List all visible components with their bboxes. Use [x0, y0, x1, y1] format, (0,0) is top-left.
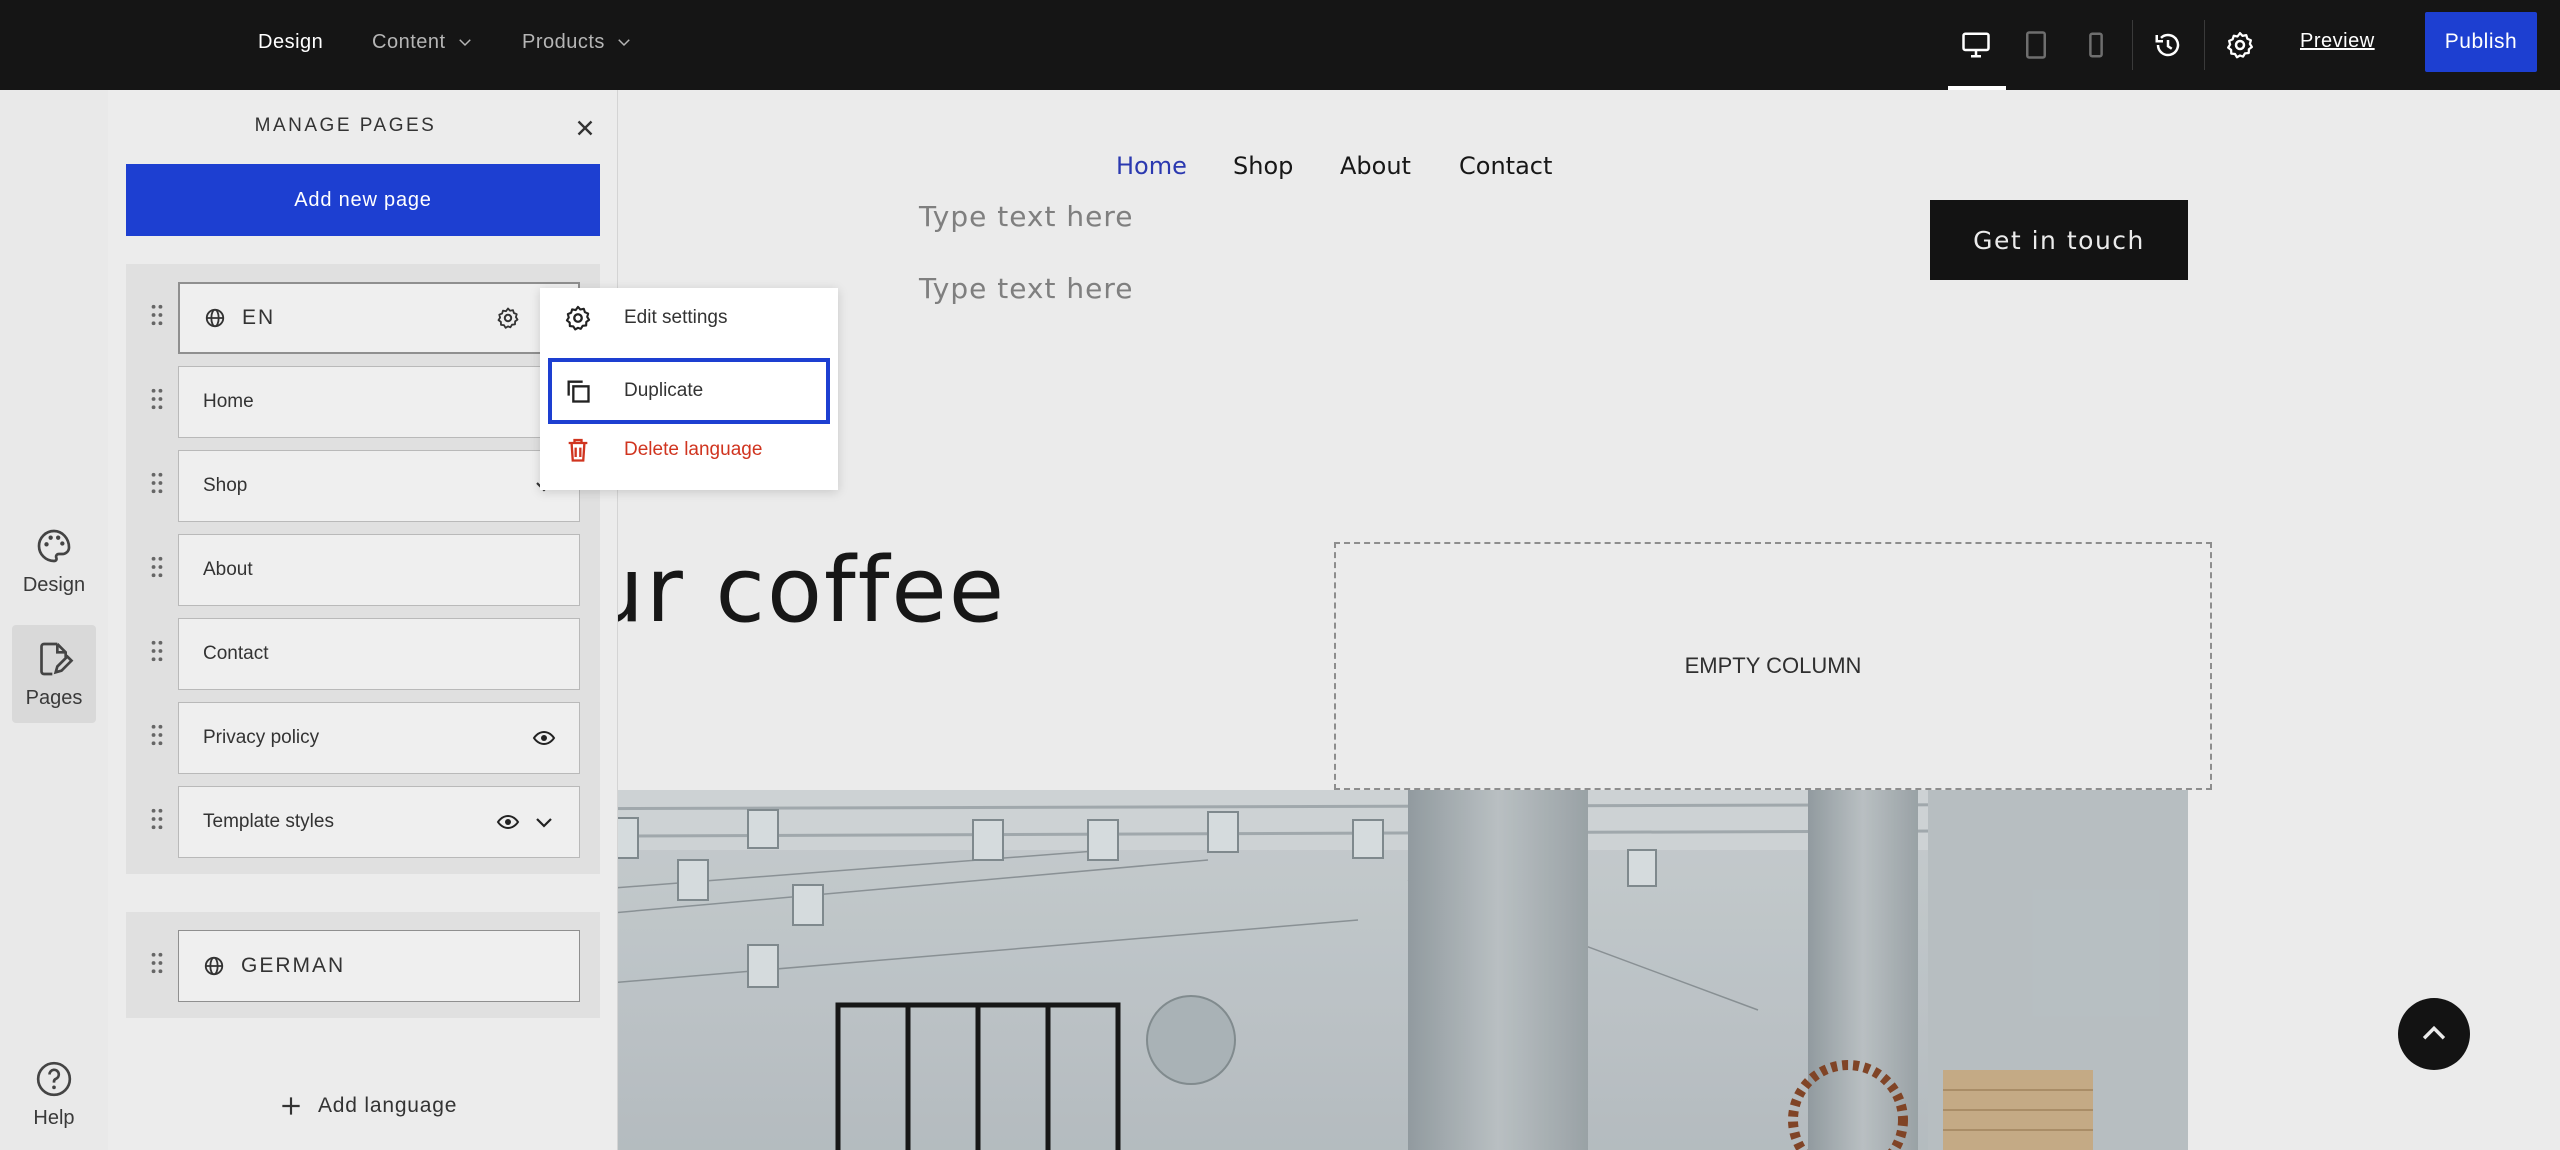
language-context-menu: Edit settings Duplicate Delete language [540, 288, 838, 490]
help-icon [36, 1061, 72, 1096]
plus-icon [282, 1097, 300, 1115]
menu-item-label: Delete language [624, 439, 763, 460]
trash-icon [568, 438, 588, 462]
tablet-icon [2026, 31, 2046, 59]
page-row-contact[interactable]: Contact [178, 618, 580, 690]
page-label: Template styles [203, 811, 334, 832]
rail-help-label: Help [33, 1106, 75, 1129]
rail-design-label: Design [22, 573, 86, 596]
drag-handle-icon[interactable] [150, 556, 164, 578]
close-icon[interactable] [572, 115, 598, 141]
site-nav-home[interactable]: Home [1116, 152, 1187, 180]
page-row-about[interactable]: About [178, 534, 580, 606]
text-placeholder[interactable]: Type text here [919, 272, 1133, 305]
preview-link[interactable]: Preview [2300, 30, 2375, 53]
drag-handle-icon[interactable] [150, 472, 164, 494]
tablet-view-button[interactable] [2016, 25, 2056, 65]
settings-button[interactable] [2220, 25, 2260, 65]
globe-icon [205, 308, 225, 328]
site-nav-contact[interactable]: Contact [1459, 152, 1552, 180]
nav-design-label: Design [258, 30, 324, 53]
menu-item-label: Duplicate [624, 380, 704, 401]
drag-handle-icon[interactable] [150, 952, 164, 974]
top-bar: Design Content Products Preview Publish [0, 0, 2560, 90]
rail-pages-label: Pages [25, 686, 83, 709]
manage-pages-panel: MANAGE PAGES Add new page EN Home Shop A… [108, 90, 618, 1150]
scroll-to-top-button[interactable] [2398, 998, 2470, 1070]
language-row-german[interactable]: GERMAN [178, 930, 580, 1002]
chevron-down-icon [458, 39, 471, 47]
rail-design[interactable]: Design [12, 512, 96, 610]
drag-handle-icon[interactable] [150, 388, 164, 410]
add-language-button[interactable]: Add language [278, 1093, 457, 1119]
duplicate-icon [567, 380, 590, 403]
pages-icon [40, 642, 74, 675]
gear-icon[interactable] [496, 306, 520, 330]
page-label: Home [203, 391, 254, 412]
site-nav-shop[interactable]: Shop [1233, 152, 1293, 180]
gear-icon [2227, 32, 2253, 59]
divider [2204, 20, 2205, 70]
get-in-touch-button[interactable]: Get in touch [1930, 200, 2188, 280]
page-label: Privacy policy [203, 727, 320, 748]
mobile-icon [2089, 32, 2103, 58]
language-code: EN [242, 306, 276, 329]
menu-item-duplicate[interactable]: Duplicate [548, 358, 830, 424]
empty-column[interactable]: EMPTY COLUMN [1334, 542, 2212, 790]
panel-title: MANAGE PAGES [254, 115, 437, 136]
add-language-label: Add language [318, 1094, 458, 1117]
add-new-page-button[interactable]: Add new page [126, 164, 600, 236]
history-button[interactable] [2148, 25, 2188, 65]
nav-design[interactable]: Design [258, 28, 323, 56]
palette-icon [37, 529, 71, 562]
page-row-privacy-policy[interactable]: Privacy policy [178, 702, 580, 774]
page-row-shop[interactable]: Shop [178, 450, 580, 522]
language-code: GERMAN [241, 954, 346, 977]
site-nav-about[interactable]: About [1340, 152, 1411, 180]
menu-item-delete-language[interactable]: Delete language [548, 420, 830, 480]
globe-icon [204, 956, 224, 976]
text-placeholder[interactable]: Type text here [919, 200, 1133, 233]
history-icon [2155, 33, 2180, 57]
rail-help[interactable]: Help [12, 1045, 96, 1143]
chevron-down-icon [618, 39, 630, 47]
desktop-view-button[interactable] [1956, 25, 1996, 65]
divider [2132, 20, 2133, 70]
empty-column-label: EMPTY COLUMN [1684, 653, 1862, 678]
nav-products-label: Products [522, 30, 605, 53]
page-label: Contact [203, 643, 269, 664]
publish-button[interactable]: Publish [2425, 12, 2537, 72]
nav-products-dropdown[interactable]: Products [522, 28, 633, 56]
eye-icon[interactable] [496, 810, 520, 834]
left-rail: Design Pages Help [0, 90, 108, 1150]
chevron-down-icon[interactable] [532, 810, 556, 834]
nav-content-label: Content [372, 30, 446, 53]
drag-handle-icon[interactable] [150, 724, 164, 746]
rail-pages[interactable]: Pages [12, 625, 96, 723]
eye-icon[interactable] [532, 726, 556, 750]
drag-handle-icon[interactable] [150, 304, 164, 326]
drag-handle-icon[interactable] [150, 808, 164, 830]
chevron-up-icon [2422, 1025, 2446, 1040]
drag-handle-icon[interactable] [150, 640, 164, 662]
page-label: About [203, 559, 253, 580]
nav-content-dropdown[interactable]: Content [372, 28, 474, 56]
gear-icon [565, 305, 591, 331]
page-row-home[interactable]: Home [178, 366, 580, 438]
menu-item-edit-settings[interactable]: Edit settings [548, 288, 830, 348]
mobile-view-button[interactable] [2076, 25, 2116, 65]
desktop-icon [1962, 32, 1990, 58]
menu-item-label: Edit settings [624, 307, 728, 328]
page-label: Shop [203, 475, 248, 496]
